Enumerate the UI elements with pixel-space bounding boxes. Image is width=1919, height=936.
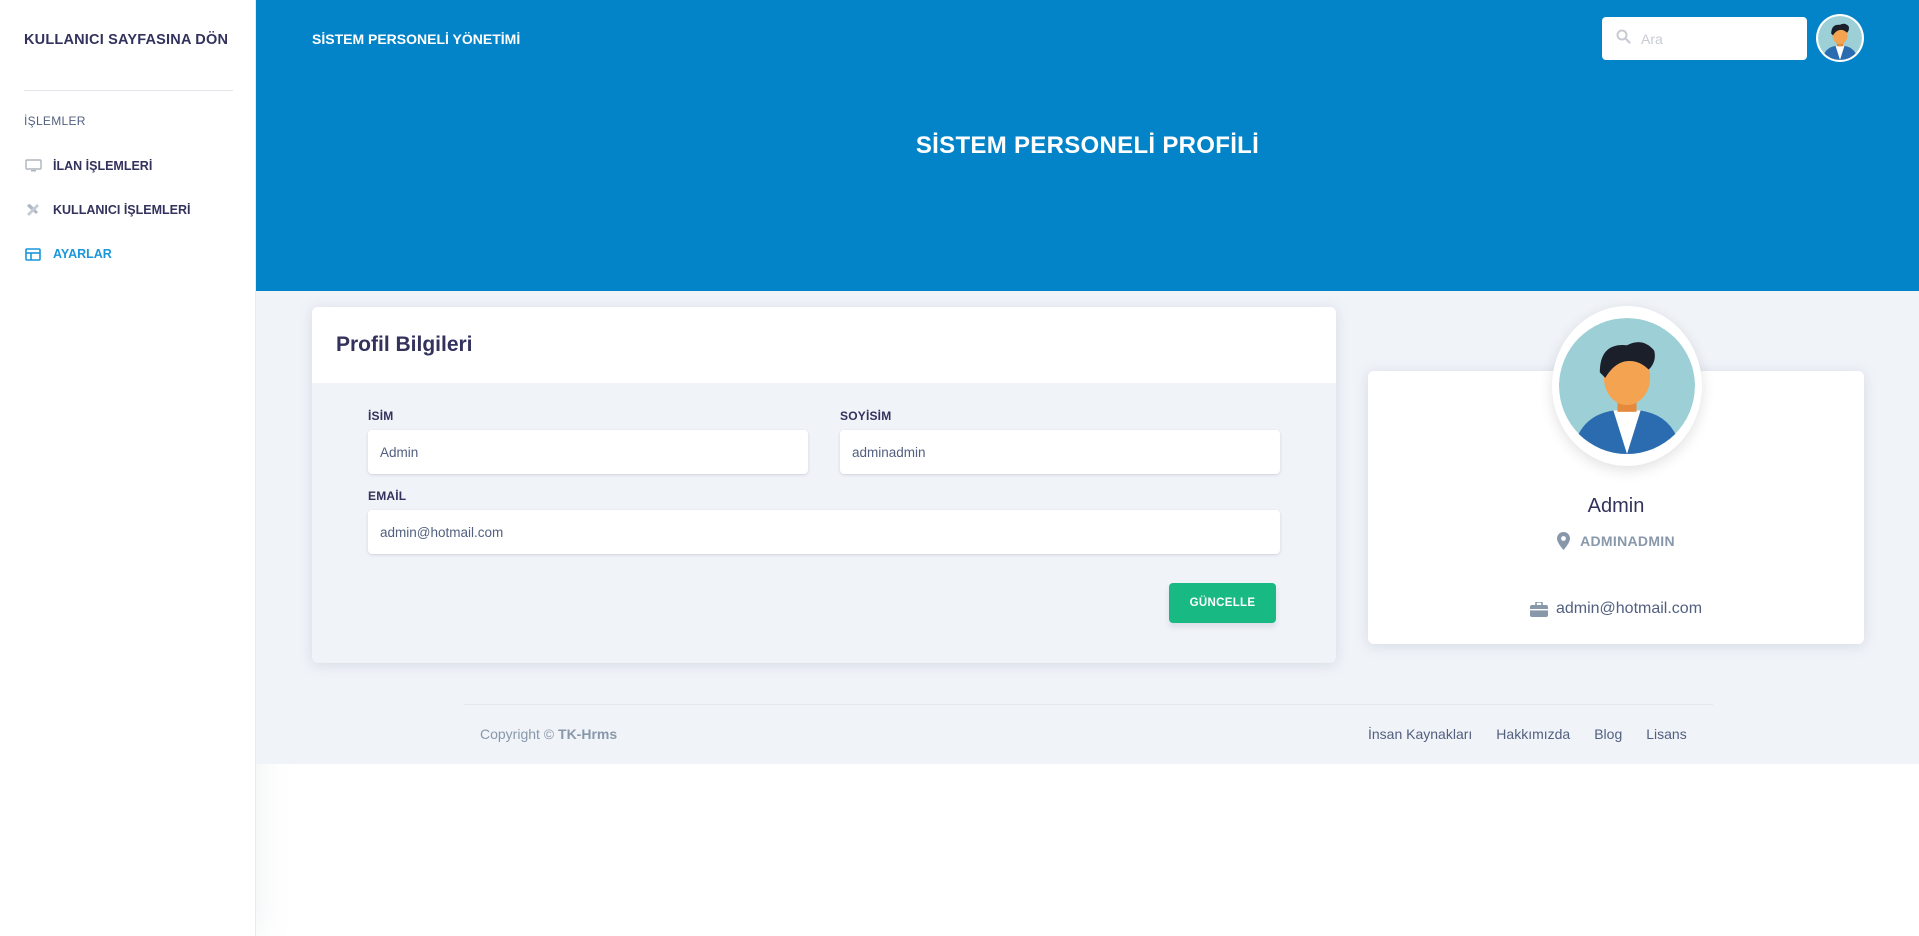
footer-link-blog[interactable]: Blog bbox=[1594, 726, 1622, 742]
table-icon bbox=[24, 246, 42, 262]
footer-link-hakkimizda[interactable]: Hakkımızda bbox=[1496, 726, 1570, 742]
footer-links: İnsan Kaynakları Hakkımızda Blog Lisans bbox=[1368, 726, 1687, 742]
location-pin-icon bbox=[1557, 532, 1571, 550]
name-label: İSİM bbox=[368, 409, 394, 423]
surname-field[interactable] bbox=[840, 430, 1280, 474]
email-field[interactable] bbox=[368, 510, 1280, 554]
briefcase-icon bbox=[1529, 601, 1548, 617]
copyright-prefix: Copyright © bbox=[480, 726, 555, 742]
search-box[interactable] bbox=[1602, 17, 1807, 60]
sidebar-item-kullanici-islemleri[interactable]: KULLANICI İŞLEMLERİ bbox=[24, 199, 191, 221]
page-title: SİSTEM PERSONELİ PROFİLİ bbox=[915, 132, 1260, 159]
user-avatar-button[interactable] bbox=[1816, 14, 1864, 62]
profile-location: ADMINADMIN bbox=[1368, 532, 1864, 550]
copyright-brand-link[interactable]: TK-Hrms bbox=[558, 726, 617, 742]
sidebar-heading: İŞLEMLER bbox=[24, 114, 86, 128]
sidebar-item-label: İLAN İŞLEMLERİ bbox=[53, 159, 153, 173]
sidebar-item-label: AYARLAR bbox=[53, 247, 112, 261]
email-label: EMAİL bbox=[368, 489, 407, 503]
update-button[interactable]: GÜNCELLE bbox=[1169, 583, 1276, 623]
sidebar-item-label: KULLANICI İŞLEMLERİ bbox=[53, 203, 191, 217]
profile-avatar bbox=[1552, 306, 1702, 466]
profile-form-card: Profil Bilgileri İSİM SOYİSİM EMAİL GÜNC… bbox=[312, 307, 1336, 663]
tools-icon bbox=[24, 202, 42, 218]
profile-name: Admin bbox=[1587, 495, 1645, 517]
profile-location-text: ADMINADMIN bbox=[1580, 533, 1675, 549]
sidebar-item-ayarlar[interactable]: AYARLAR bbox=[24, 243, 112, 265]
sidebar-divider bbox=[24, 90, 233, 91]
sidebar-item-ilan-islemleri[interactable]: İLAN İŞLEMLERİ bbox=[24, 155, 152, 177]
profile-form-title: Profil Bilgileri bbox=[312, 307, 1336, 383]
back-to-user-page-link[interactable]: KULLANICI SAYFASINA DÖN bbox=[24, 32, 228, 48]
footer-link-insan-kaynaklari[interactable]: İnsan Kaynakları bbox=[1368, 726, 1472, 742]
name-field[interactable] bbox=[368, 430, 808, 474]
profile-email-text: admin@hotmail.com bbox=[1555, 600, 1703, 617]
search-input[interactable] bbox=[1641, 30, 1791, 47]
profile-email: admin@hotmail.com bbox=[1368, 600, 1864, 618]
search-icon bbox=[1616, 29, 1631, 49]
copyright: Copyright © TK-Hrms bbox=[480, 726, 617, 742]
footer-link-lisans[interactable]: Lisans bbox=[1646, 726, 1686, 742]
surname-label: SOYİSİM bbox=[840, 409, 892, 423]
header-banner: SİSTEM PERSONELİ YÖNETİMİ SİSTEM PERSONE… bbox=[256, 0, 1919, 291]
monitor-icon bbox=[24, 158, 42, 174]
avatar bbox=[1559, 318, 1695, 454]
avatar bbox=[1818, 16, 1862, 60]
header-title: SİSTEM PERSONELİ YÖNETİMİ bbox=[312, 31, 521, 47]
footer-divider bbox=[464, 704, 1713, 705]
sidebar: KULLANICI SAYFASINA DÖN İŞLEMLER İLAN İŞ… bbox=[0, 0, 256, 936]
